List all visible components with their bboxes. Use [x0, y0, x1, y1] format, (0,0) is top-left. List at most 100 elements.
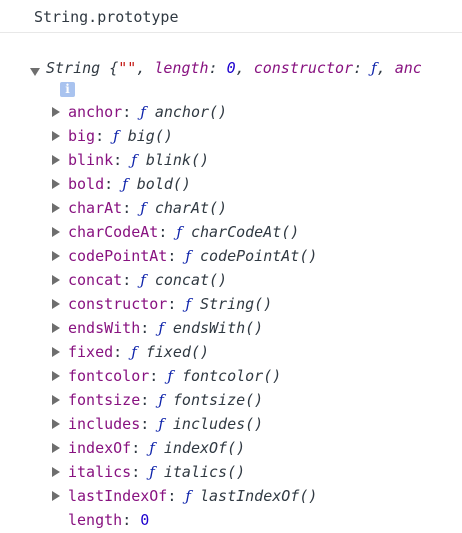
- property-row-endswith[interactable]: endsWith: ƒ endsWith(): [52, 316, 317, 340]
- expand-triangle-right-icon[interactable]: [52, 442, 60, 453]
- info-icon[interactable]: i: [60, 82, 75, 97]
- property-value: concat(): [154, 271, 228, 289]
- property-value: big(): [127, 127, 173, 145]
- expand-triangle-right-icon[interactable]: [52, 490, 60, 501]
- property-colon: :: [122, 271, 141, 289]
- summary-prefix: String {: [46, 59, 119, 77]
- property-row-concat[interactable]: concat: ƒ concat(): [52, 268, 317, 292]
- function-f-glyph: ƒ: [149, 463, 155, 481]
- property-row-lastindexof[interactable]: lastIndexOf: ƒ lastIndexOf(): [52, 484, 317, 508]
- expand-triangle-right-icon[interactable]: [52, 346, 60, 357]
- property-row-length: length: 0: [52, 508, 317, 532]
- property-colon: :: [140, 415, 159, 433]
- expand-triangle-right-icon[interactable]: [52, 226, 60, 237]
- summary-colon-1: :: [208, 59, 227, 77]
- property-colon: :: [122, 103, 141, 121]
- property-value-space: [137, 151, 146, 169]
- property-row-charat[interactable]: charAt: ƒ charAt(): [52, 196, 317, 220]
- property-name: charAt: [68, 199, 123, 217]
- property-row-codepointat[interactable]: codePointAt: ƒ codePointAt(): [52, 244, 317, 268]
- property-value-space: [191, 487, 200, 505]
- property-value-space: [119, 127, 128, 145]
- property-value: lastIndexOf(): [200, 487, 318, 505]
- expand-triangle-right-icon[interactable]: [52, 466, 60, 477]
- property-value: italics(): [163, 463, 246, 481]
- expand-triangle-right-icon[interactable]: [52, 202, 60, 213]
- function-f-glyph: ƒ: [122, 175, 128, 193]
- expand-triangle-right-icon[interactable]: [52, 106, 60, 117]
- expand-triangle-right-icon[interactable]: [52, 130, 60, 141]
- property-value-space: [146, 103, 155, 121]
- property-colon: :: [167, 295, 186, 313]
- expand-triangle-right-icon[interactable]: [52, 418, 60, 429]
- function-f-glyph: ƒ: [140, 103, 146, 121]
- expand-triangle-right-icon[interactable]: [52, 274, 60, 285]
- property-name: concat: [68, 271, 123, 289]
- function-f-glyph: ƒ: [149, 439, 155, 457]
- property-name: fontsize: [68, 391, 141, 409]
- function-f-glyph: ƒ: [140, 199, 146, 217]
- summary-sep-2: ,: [235, 59, 254, 77]
- property-colon: :: [131, 463, 150, 481]
- property-name: anchor: [68, 103, 123, 121]
- property-value: fontcolor(): [181, 367, 282, 385]
- property-name: includes: [68, 415, 141, 433]
- property-name: length: [68, 511, 123, 529]
- expand-triangle-right-icon[interactable]: [52, 178, 60, 189]
- expand-triangle-right-icon[interactable]: [52, 322, 60, 333]
- expand-triangle-right-icon[interactable]: [52, 298, 60, 309]
- property-row-indexof[interactable]: indexOf: ƒ indexOf(): [52, 436, 317, 460]
- property-name: constructor: [68, 295, 168, 313]
- expand-triangle-right-icon[interactable]: [52, 370, 60, 381]
- property-name: indexOf: [68, 439, 132, 457]
- property-row-includes[interactable]: includes: ƒ includes(): [52, 412, 317, 436]
- expand-triangle-right-icon[interactable]: [52, 394, 60, 405]
- summary-string-literal: "": [118, 59, 137, 77]
- property-row-blink[interactable]: blink: ƒ blink(): [52, 148, 317, 172]
- property-value-space: [191, 295, 200, 313]
- property-value-space: [146, 271, 155, 289]
- property-row-charcodeat[interactable]: charCodeAt: ƒ charCodeAt(): [52, 220, 317, 244]
- property-value: endsWith(): [172, 319, 264, 337]
- property-row-bold[interactable]: bold: ƒ bold(): [52, 172, 317, 196]
- property-name: endsWith: [68, 319, 141, 337]
- property-row-big[interactable]: big: ƒ big(): [52, 124, 317, 148]
- property-row-anchor[interactable]: anchor: ƒ anchor(): [52, 100, 317, 124]
- property-value-space: [191, 247, 200, 265]
- property-name: codePointAt: [68, 247, 168, 265]
- property-colon: :: [167, 487, 186, 505]
- property-value-space: [155, 463, 164, 481]
- property-list: anchor: ƒ anchor() big: ƒ big() blink: ƒ b…: [52, 100, 317, 532]
- property-value: indexOf(): [163, 439, 246, 457]
- console-input-expression: String.prototype: [34, 8, 179, 26]
- property-colon: :: [167, 247, 186, 265]
- property-name: big: [68, 127, 96, 145]
- property-row-constructor[interactable]: constructor: ƒ String(): [52, 292, 317, 316]
- property-row-fontcolor[interactable]: fontcolor: ƒ fontcolor(): [52, 364, 317, 388]
- property-value-space: [164, 415, 173, 433]
- property-value: blink(): [145, 151, 210, 169]
- expand-triangle-right-icon[interactable]: [52, 250, 60, 261]
- function-f-glyph: ƒ: [140, 271, 146, 289]
- summary-sep-1: ,: [136, 59, 155, 77]
- property-value: charCodeAt(): [190, 223, 300, 241]
- property-row-fixed[interactable]: fixed: ƒ fixed(): [52, 340, 317, 364]
- property-colon: :: [149, 367, 168, 385]
- property-name: italics: [68, 463, 132, 481]
- property-row-fontsize[interactable]: fontsize: ƒ fontsize(): [52, 388, 317, 412]
- property-name: bold: [68, 175, 105, 193]
- property-name: lastIndexOf: [68, 487, 168, 505]
- property-colon: :: [131, 439, 150, 457]
- property-value-space: [173, 367, 182, 385]
- summary-sep-3: ,: [376, 59, 395, 77]
- property-name: blink: [68, 151, 114, 169]
- expand-triangle-right-icon[interactable]: [52, 154, 60, 165]
- property-colon: :: [140, 319, 159, 337]
- property-value-space: [182, 223, 191, 241]
- object-summary-toggle[interactable]: String {"", length: 0, constructor: ƒ, a…: [30, 57, 422, 79]
- property-colon: :: [158, 223, 177, 241]
- expand-triangle-down-icon[interactable]: [30, 67, 40, 76]
- property-colon: :: [113, 343, 132, 361]
- summary-length-value: 0: [226, 59, 236, 77]
- property-row-italics[interactable]: italics: ƒ italics(): [52, 460, 317, 484]
